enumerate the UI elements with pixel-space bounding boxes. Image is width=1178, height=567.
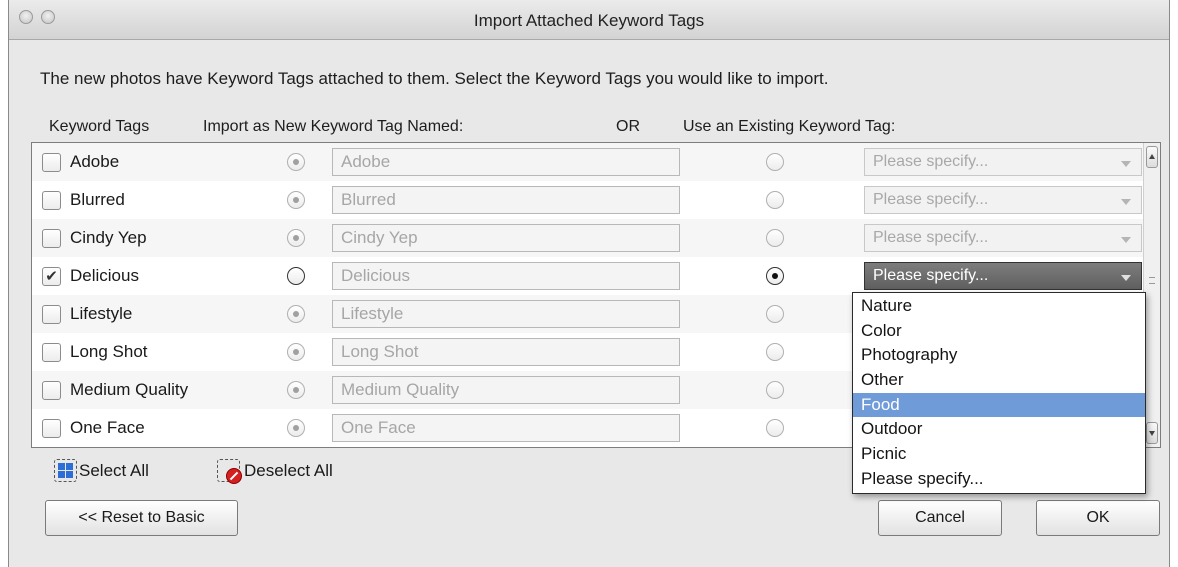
use-existing-radio[interactable]	[766, 153, 784, 171]
dropdown-option[interactable]: Food	[853, 392, 1145, 418]
column-header-keyword-tags: Keyword Tags	[49, 118, 150, 135]
existing-tag-select-value: Please specify...	[873, 267, 989, 284]
tag-checkbox[interactable]	[42, 153, 61, 172]
deselect-all-label: Deselect All	[244, 461, 333, 480]
instructions-text: The new photos have Keyword Tags attache…	[40, 69, 829, 88]
use-existing-radio[interactable]	[766, 267, 784, 285]
use-existing-radio[interactable]	[766, 419, 784, 437]
table-row: Blurred Blurred Please specify...	[32, 181, 1144, 219]
dropdown-option[interactable]: Color	[853, 319, 1145, 344]
window-title: Import Attached Keyword Tags	[473, 11, 705, 30]
no-entry-icon	[226, 468, 242, 484]
existing-tag-select-value: Please specify...	[873, 191, 989, 208]
select-all-icon	[54, 459, 77, 482]
new-tag-name-field[interactable]: Lifestyle	[332, 300, 680, 328]
table-row: Adobe Adobe Please specify...	[32, 143, 1144, 181]
existing-tag-select-value: Please specify...	[873, 229, 989, 246]
dropdown-option[interactable]: Outdoor	[853, 417, 1145, 442]
dropdown-option[interactable]: Please specify...	[853, 467, 1145, 492]
import-as-new-radio[interactable]	[287, 305, 305, 323]
new-tag-name-field[interactable]: Delicious	[332, 262, 680, 290]
new-tag-name-field[interactable]: One Face	[332, 414, 680, 442]
reset-to-basic-button[interactable]: << Reset to Basic	[45, 500, 238, 536]
select-all-label: Select All	[79, 461, 149, 480]
title-bar: Import Attached Keyword Tags	[9, 0, 1169, 40]
scroll-thumb[interactable]	[1149, 277, 1155, 284]
new-tag-name-field[interactable]: Adobe	[332, 148, 680, 176]
ok-button[interactable]: OK	[1036, 500, 1160, 536]
use-existing-radio[interactable]	[766, 381, 784, 399]
import-as-new-radio[interactable]	[287, 267, 305, 285]
table-row: ✔ Delicious Delicious Please specify...	[32, 257, 1144, 295]
existing-tag-select-value: Please specify...	[873, 153, 989, 170]
use-existing-radio[interactable]	[766, 191, 784, 209]
existing-tag-select[interactable]: Please specify...	[864, 224, 1142, 252]
existing-tag-select[interactable]: Please specify...	[864, 262, 1142, 290]
new-tag-name-field[interactable]: Cindy Yep	[332, 224, 680, 252]
tag-label: Cindy Yep	[70, 228, 147, 247]
column-header-import-as-new: Import as New Keyword Tag Named:	[203, 118, 464, 135]
dropdown-option[interactable]: Nature	[853, 294, 1145, 319]
tag-label: One Face	[70, 418, 145, 437]
import-as-new-radio[interactable]	[287, 343, 305, 361]
tag-checkbox[interactable]	[42, 343, 61, 362]
import-as-new-radio[interactable]	[287, 153, 305, 171]
scroll-down-arrow-icon[interactable]	[1146, 422, 1158, 444]
table-row: Cindy Yep Cindy Yep Please specify...	[32, 219, 1144, 257]
use-existing-radio[interactable]	[766, 343, 784, 361]
tag-label: Long Shot	[70, 342, 148, 361]
tag-checkbox[interactable]	[42, 381, 61, 400]
chevron-down-icon	[1121, 275, 1131, 281]
tag-checkbox[interactable]	[42, 229, 61, 248]
cancel-button[interactable]: Cancel	[878, 500, 1002, 536]
new-tag-name-field[interactable]: Blurred	[332, 186, 680, 214]
tag-label: Lifestyle	[70, 304, 133, 323]
tag-checkbox[interactable]	[42, 191, 61, 210]
existing-tag-select[interactable]: Please specify...	[864, 148, 1142, 176]
tag-label: Adobe	[70, 152, 120, 171]
dropdown-option[interactable]: Other	[853, 368, 1145, 393]
import-keyword-tags-dialog: Import Attached Keyword Tags The new pho…	[8, 0, 1170, 567]
tag-checkbox[interactable]	[42, 305, 61, 324]
import-as-new-radio[interactable]	[287, 381, 305, 399]
chevron-down-icon	[1121, 199, 1131, 205]
dropdown-option[interactable]: Picnic	[853, 442, 1145, 467]
column-header-use-existing: Use an Existing Keyword Tag:	[683, 118, 896, 135]
new-tag-name-field[interactable]: Long Shot	[332, 338, 680, 366]
chevron-down-icon	[1121, 237, 1131, 243]
existing-tag-select[interactable]: Please specify...	[864, 186, 1142, 214]
tag-checkbox[interactable]: ✔	[42, 267, 61, 286]
tag-checkbox[interactable]	[42, 419, 61, 438]
existing-tag-dropdown-menu: Nature Color Photography Other Food Outdoor Pi…	[852, 292, 1146, 494]
column-header-or: OR	[616, 118, 640, 135]
import-as-new-radio[interactable]	[287, 229, 305, 247]
tag-label: Medium Quality	[70, 380, 189, 399]
use-existing-radio[interactable]	[766, 229, 784, 247]
import-as-new-radio[interactable]	[287, 191, 305, 209]
new-tag-name-field[interactable]: Medium Quality	[332, 376, 680, 404]
chevron-down-icon	[1121, 161, 1131, 167]
tag-label: Delicious	[70, 266, 139, 285]
dropdown-option[interactable]: Photography	[853, 343, 1145, 368]
scroll-up-arrow-icon[interactable]	[1146, 146, 1158, 168]
import-as-new-radio[interactable]	[287, 419, 305, 437]
use-existing-radio[interactable]	[766, 305, 784, 323]
tag-label: Blurred	[70, 190, 125, 209]
